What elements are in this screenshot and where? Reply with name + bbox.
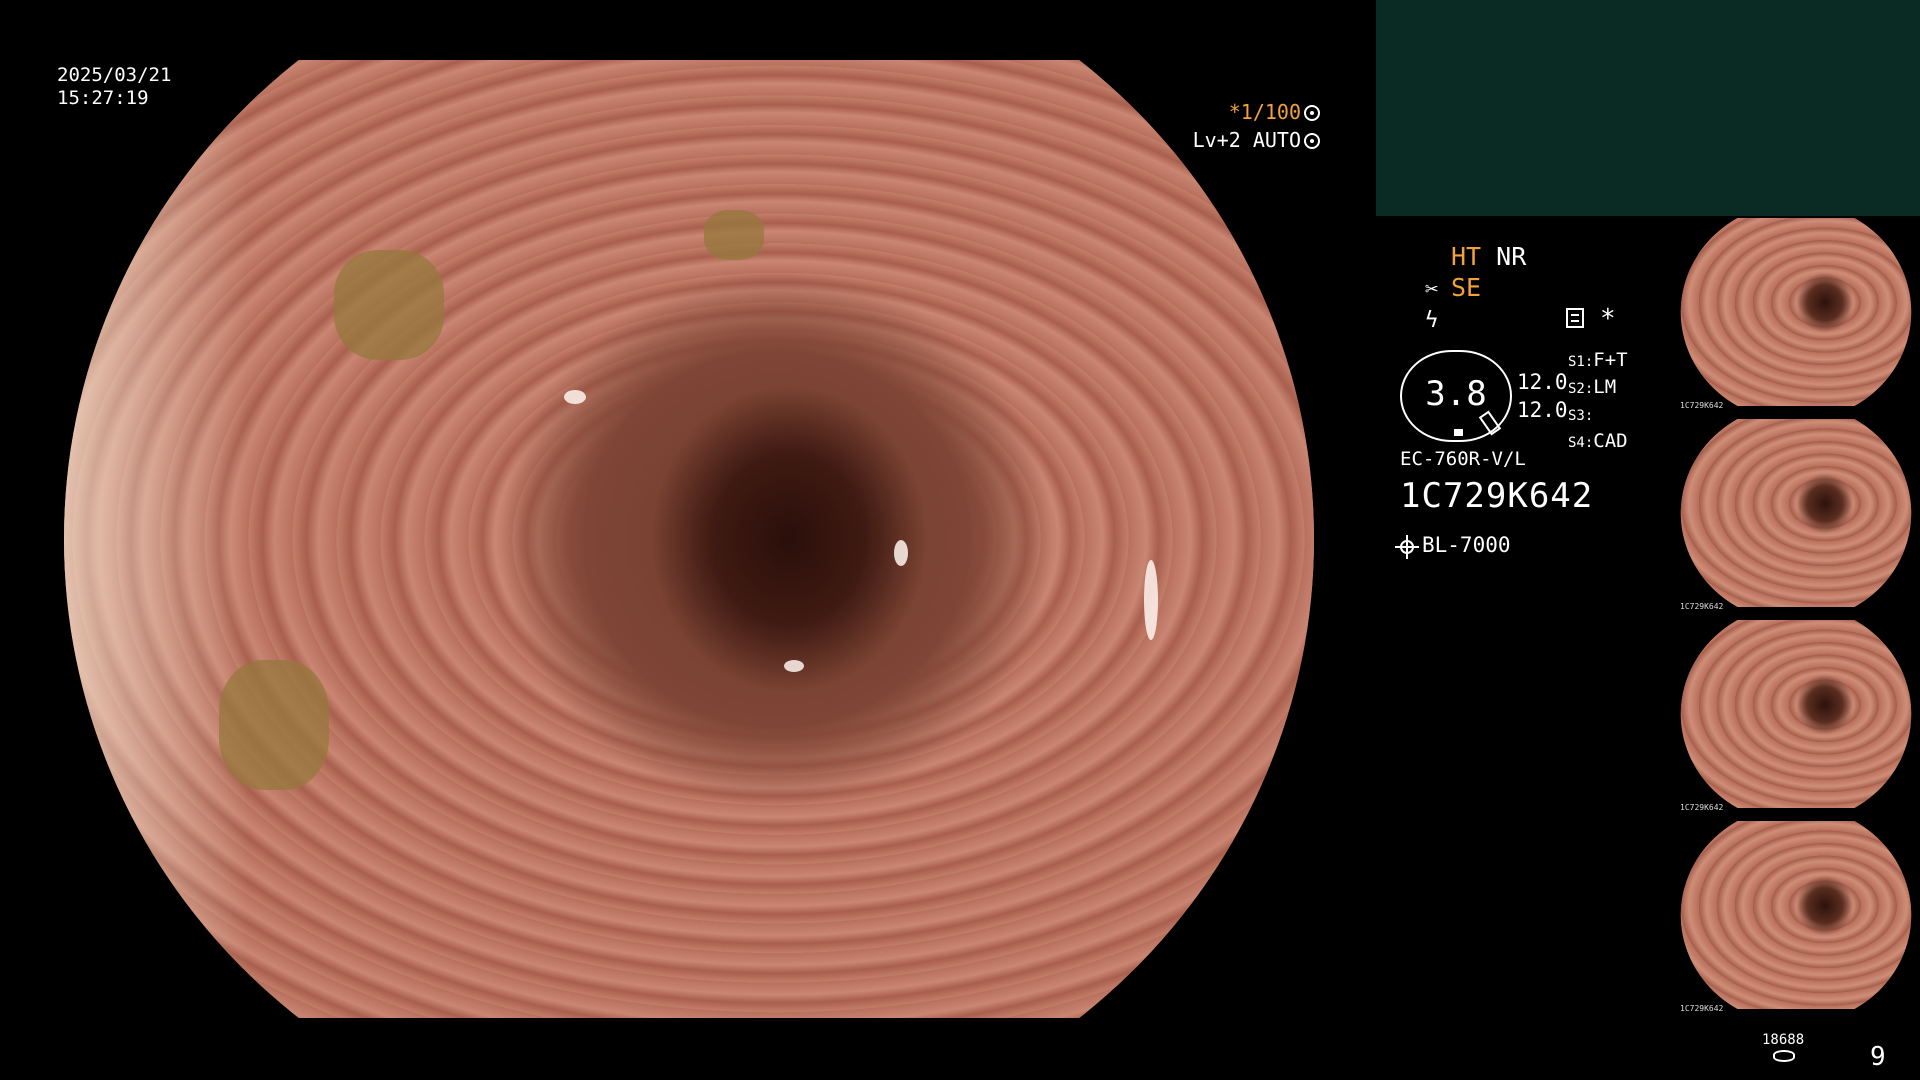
switch-row: S4:CAD <box>1568 429 1628 456</box>
thumbnail-label: 1C729K642 <box>1680 803 1724 812</box>
date-time: 2025/03/21 15:27:19 <box>57 64 171 110</box>
brightness-level: Lv+2 AUTO <box>1192 128 1301 152</box>
switch-key: S1: <box>1568 354 1594 370</box>
shutter-icon <box>1304 105 1320 121</box>
readings: 12.0 12.0 <box>1517 368 1568 424</box>
thumbnail-label: 1C729K642 <box>1680 1004 1724 1013</box>
lightning-icon: ϟ <box>1425 308 1439 333</box>
thumbnail-image <box>1680 419 1912 607</box>
thumbnail-label: 1C729K642 <box>1680 401 1724 410</box>
thumbnail-label: 1C729K642 <box>1680 602 1724 611</box>
exposure-status: *1/100 Lv+2 AUTO <box>1193 98 1320 154</box>
memo-icon <box>1566 308 1584 328</box>
time-text: 15:27:19 <box>57 87 149 109</box>
reflection <box>564 390 586 404</box>
switch-row: S1:F+T <box>1568 348 1628 375</box>
se-mode: SE <box>1451 273 1482 302</box>
ht-mode: HT <box>1451 242 1482 271</box>
disk-icon <box>1773 1050 1795 1062</box>
light-source: BL-7000 <box>1395 533 1511 559</box>
reflection <box>894 540 908 566</box>
switch-key: S2: <box>1568 381 1594 397</box>
page-number: 9 <box>1870 1042 1886 1072</box>
reflection <box>784 660 804 672</box>
residue-spot <box>219 660 329 790</box>
thumbnail[interactable]: 1C729K642 <box>1672 216 1920 412</box>
reflection <box>1144 560 1158 640</box>
switch-row: S3: <box>1568 402 1628 429</box>
endoscope-live-view <box>64 60 1314 1018</box>
residue-spot <box>334 250 444 360</box>
auto-icon <box>1304 133 1320 149</box>
shutter-speed: *1/100 <box>1228 100 1301 124</box>
gauge-value: 3.8 <box>1425 374 1487 414</box>
switch-key: S3: <box>1568 408 1594 424</box>
switch-value: CAD <box>1593 430 1628 452</box>
nr-mode: NR <box>1496 242 1527 271</box>
scope-model: EC-760R-V/L <box>1400 448 1526 470</box>
switch-row: S2:LM <box>1568 375 1628 402</box>
thumbnail-image <box>1680 218 1912 406</box>
scope-tip-icon <box>1478 410 1502 436</box>
thumbnail-image <box>1680 821 1912 1009</box>
image-modes: HT NR ✂ SE ϟ <box>1425 241 1526 334</box>
switch-settings: S1:F+T S2:LM S3: S4:CAD <box>1568 348 1628 456</box>
light-source-label: BL-7000 <box>1422 533 1511 557</box>
asterisk-icon: * <box>1600 304 1616 334</box>
switch-key: S4: <box>1568 435 1594 451</box>
thumbnail[interactable]: 1C729K642 <box>1672 819 1920 1015</box>
thumbnail[interactable]: 1C729K642 <box>1672 618 1920 814</box>
thumbnail-image <box>1680 620 1912 808</box>
scissors-icon: ✂ <box>1425 277 1439 302</box>
reading-1: 12.0 <box>1517 370 1568 394</box>
image-counter: 18688 <box>1762 1032 1805 1048</box>
thumbnail[interactable]: 1C729K642 <box>1672 417 1920 613</box>
sun-icon <box>1395 535 1419 559</box>
thumbnail-strip: 1C729K642 1C729K642 1C729K642 1C729K642 <box>1672 216 1920 1020</box>
preview-panel <box>1376 0 1920 216</box>
light-glare <box>64 60 294 1018</box>
scope-serial: 1C729K642 <box>1400 476 1594 516</box>
switch-value: F+T <box>1593 349 1628 371</box>
gauge: 3.8 <box>1400 350 1512 442</box>
residue-spot <box>704 210 764 260</box>
date-text: 2025/03/21 <box>57 64 172 86</box>
gauge-marker <box>1454 429 1463 436</box>
reading-2: 12.0 <box>1517 398 1568 422</box>
switch-value: LM <box>1593 376 1617 398</box>
